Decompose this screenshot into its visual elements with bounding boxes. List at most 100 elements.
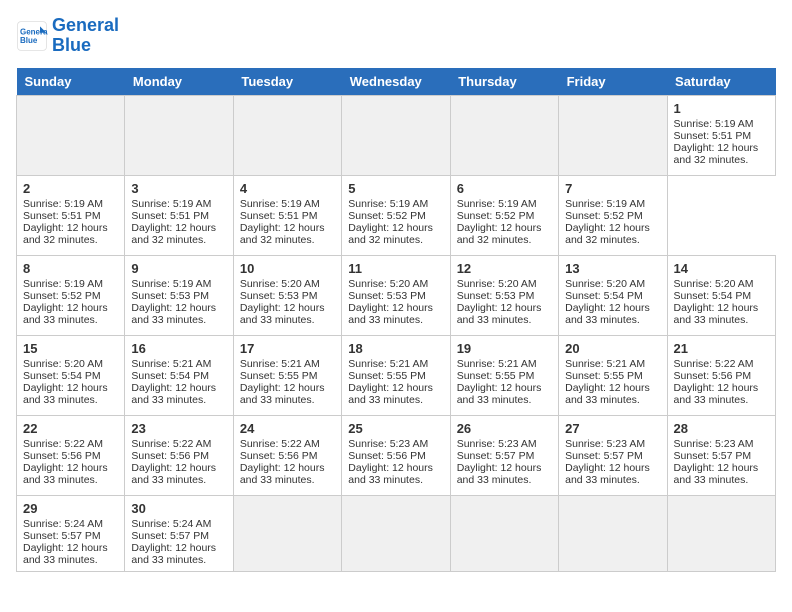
sunset-label: Sunset: 5:53 PM <box>348 290 426 302</box>
sunrise-label: Sunrise: 5:22 AM <box>674 358 754 370</box>
day-number: 10 <box>240 261 335 276</box>
day-number: 15 <box>23 341 118 356</box>
day-cell-16: 16 Sunrise: 5:21 AM Sunset: 5:54 PM Dayl… <box>125 335 233 415</box>
day-cell-24: 24 Sunrise: 5:22 AM Sunset: 5:56 PM Dayl… <box>233 415 341 495</box>
sunrise-label: Sunrise: 5:24 AM <box>23 518 103 530</box>
daylight-label: Daylight: 12 hours and 33 minutes. <box>348 302 433 326</box>
sunset-label: Sunset: 5:51 PM <box>240 210 318 222</box>
sunrise-label: Sunrise: 5:20 AM <box>240 278 320 290</box>
day-cell-25: 25 Sunrise: 5:23 AM Sunset: 5:56 PM Dayl… <box>342 415 450 495</box>
sunset-label: Sunset: 5:56 PM <box>674 370 752 382</box>
day-header-sunday: Sunday <box>17 68 125 96</box>
daylight-label: Daylight: 12 hours and 33 minutes. <box>131 302 216 326</box>
daylight-label: Daylight: 12 hours and 33 minutes. <box>565 462 650 486</box>
sunrise-label: Sunrise: 5:21 AM <box>131 358 211 370</box>
day-cell-6: 6 Sunrise: 5:19 AM Sunset: 5:52 PM Dayli… <box>450 175 558 255</box>
sunset-label: Sunset: 5:51 PM <box>23 210 101 222</box>
day-cell-5: 5 Sunrise: 5:19 AM Sunset: 5:52 PM Dayli… <box>342 175 450 255</box>
day-number: 11 <box>348 261 443 276</box>
sunrise-label: Sunrise: 5:21 AM <box>565 358 645 370</box>
sunset-label: Sunset: 5:51 PM <box>131 210 209 222</box>
day-number: 29 <box>23 501 118 516</box>
daylight-label: Daylight: 12 hours and 32 minutes. <box>457 222 542 246</box>
sunset-label: Sunset: 5:56 PM <box>348 450 426 462</box>
calendar-week-4: 15 Sunrise: 5:20 AM Sunset: 5:54 PM Dayl… <box>17 335 776 415</box>
day-cell-9: 9 Sunrise: 5:19 AM Sunset: 5:53 PM Dayli… <box>125 255 233 335</box>
day-number: 9 <box>131 261 226 276</box>
logo: General Blue GeneralBlue <box>16 16 119 56</box>
day-cell-14: 14 Sunrise: 5:20 AM Sunset: 5:54 PM Dayl… <box>667 255 775 335</box>
daylight-label: Daylight: 12 hours and 33 minutes. <box>240 302 325 326</box>
day-number: 24 <box>240 421 335 436</box>
sunset-label: Sunset: 5:54 PM <box>565 290 643 302</box>
day-cell-10: 10 Sunrise: 5:20 AM Sunset: 5:53 PM Dayl… <box>233 255 341 335</box>
daylight-label: Daylight: 12 hours and 33 minutes. <box>240 382 325 406</box>
day-cell-26: 26 Sunrise: 5:23 AM Sunset: 5:57 PM Dayl… <box>450 415 558 495</box>
sunset-label: Sunset: 5:52 PM <box>565 210 643 222</box>
daylight-label: Daylight: 12 hours and 33 minutes. <box>674 302 759 326</box>
sunset-label: Sunset: 5:57 PM <box>565 450 643 462</box>
sunrise-label: Sunrise: 5:19 AM <box>348 198 428 210</box>
sunrise-label: Sunrise: 5:22 AM <box>240 438 320 450</box>
day-cell-15: 15 Sunrise: 5:20 AM Sunset: 5:54 PM Dayl… <box>17 335 125 415</box>
daylight-label: Daylight: 12 hours and 33 minutes. <box>457 382 542 406</box>
day-number: 21 <box>674 341 769 356</box>
day-cell-20: 20 Sunrise: 5:21 AM Sunset: 5:55 PM Dayl… <box>559 335 667 415</box>
empty-cell <box>559 95 667 175</box>
daylight-label: Daylight: 12 hours and 32 minutes. <box>348 222 433 246</box>
empty-cell <box>342 495 450 571</box>
sunrise-label: Sunrise: 5:24 AM <box>131 518 211 530</box>
sunset-label: Sunset: 5:54 PM <box>131 370 209 382</box>
sunrise-label: Sunrise: 5:22 AM <box>131 438 211 450</box>
sunrise-label: Sunrise: 5:20 AM <box>674 278 754 290</box>
day-number: 7 <box>565 181 660 196</box>
sunrise-label: Sunrise: 5:19 AM <box>131 278 211 290</box>
sunrise-label: Sunrise: 5:20 AM <box>457 278 537 290</box>
empty-cell <box>667 495 775 571</box>
day-header-thursday: Thursday <box>450 68 558 96</box>
daylight-label: Daylight: 12 hours and 33 minutes. <box>23 382 108 406</box>
daylight-label: Daylight: 12 hours and 33 minutes. <box>23 542 108 566</box>
day-number: 17 <box>240 341 335 356</box>
sunrise-label: Sunrise: 5:21 AM <box>240 358 320 370</box>
day-cell-17: 17 Sunrise: 5:21 AM Sunset: 5:55 PM Dayl… <box>233 335 341 415</box>
day-cell-19: 19 Sunrise: 5:21 AM Sunset: 5:55 PM Dayl… <box>450 335 558 415</box>
calendar-body: 1 Sunrise: 5:19 AM Sunset: 5:51 PM Dayli… <box>17 95 776 571</box>
sunset-label: Sunset: 5:53 PM <box>131 290 209 302</box>
sunset-label: Sunset: 5:51 PM <box>674 130 752 142</box>
sunrise-label: Sunrise: 5:23 AM <box>348 438 428 450</box>
daylight-label: Daylight: 12 hours and 33 minutes. <box>131 382 216 406</box>
daylight-label: Daylight: 12 hours and 33 minutes. <box>348 382 433 406</box>
sunset-label: Sunset: 5:54 PM <box>674 290 752 302</box>
sunset-label: Sunset: 5:55 PM <box>565 370 643 382</box>
sunrise-label: Sunrise: 5:23 AM <box>565 438 645 450</box>
daylight-label: Daylight: 12 hours and 32 minutes. <box>131 222 216 246</box>
sunset-label: Sunset: 5:57 PM <box>131 530 209 542</box>
calendar-week-5: 22 Sunrise: 5:22 AM Sunset: 5:56 PM Dayl… <box>17 415 776 495</box>
empty-cell <box>125 95 233 175</box>
day-cell-22: 22 Sunrise: 5:22 AM Sunset: 5:56 PM Dayl… <box>17 415 125 495</box>
sunrise-label: Sunrise: 5:20 AM <box>348 278 428 290</box>
daylight-label: Daylight: 12 hours and 33 minutes. <box>240 462 325 486</box>
sunrise-label: Sunrise: 5:19 AM <box>457 198 537 210</box>
day-number: 28 <box>674 421 769 436</box>
sunset-label: Sunset: 5:56 PM <box>240 450 318 462</box>
daylight-label: Daylight: 12 hours and 33 minutes. <box>457 302 542 326</box>
calendar-header-row: SundayMondayTuesdayWednesdayThursdayFrid… <box>17 68 776 96</box>
day-number: 14 <box>674 261 769 276</box>
sunset-label: Sunset: 5:54 PM <box>23 370 101 382</box>
sunset-label: Sunset: 5:55 PM <box>240 370 318 382</box>
calendar-week-2: 2 Sunrise: 5:19 AM Sunset: 5:51 PM Dayli… <box>17 175 776 255</box>
day-number: 19 <box>457 341 552 356</box>
day-cell-28: 28 Sunrise: 5:23 AM Sunset: 5:57 PM Dayl… <box>667 415 775 495</box>
daylight-label: Daylight: 12 hours and 33 minutes. <box>457 462 542 486</box>
day-cell-27: 27 Sunrise: 5:23 AM Sunset: 5:57 PM Dayl… <box>559 415 667 495</box>
sunrise-label: Sunrise: 5:23 AM <box>457 438 537 450</box>
sunset-label: Sunset: 5:52 PM <box>348 210 426 222</box>
day-cell-11: 11 Sunrise: 5:20 AM Sunset: 5:53 PM Dayl… <box>342 255 450 335</box>
day-cell-8: 8 Sunrise: 5:19 AM Sunset: 5:52 PM Dayli… <box>17 255 125 335</box>
sunset-label: Sunset: 5:56 PM <box>23 450 101 462</box>
day-number: 5 <box>348 181 443 196</box>
day-number: 4 <box>240 181 335 196</box>
calendar-table: SundayMondayTuesdayWednesdayThursdayFrid… <box>16 68 776 572</box>
